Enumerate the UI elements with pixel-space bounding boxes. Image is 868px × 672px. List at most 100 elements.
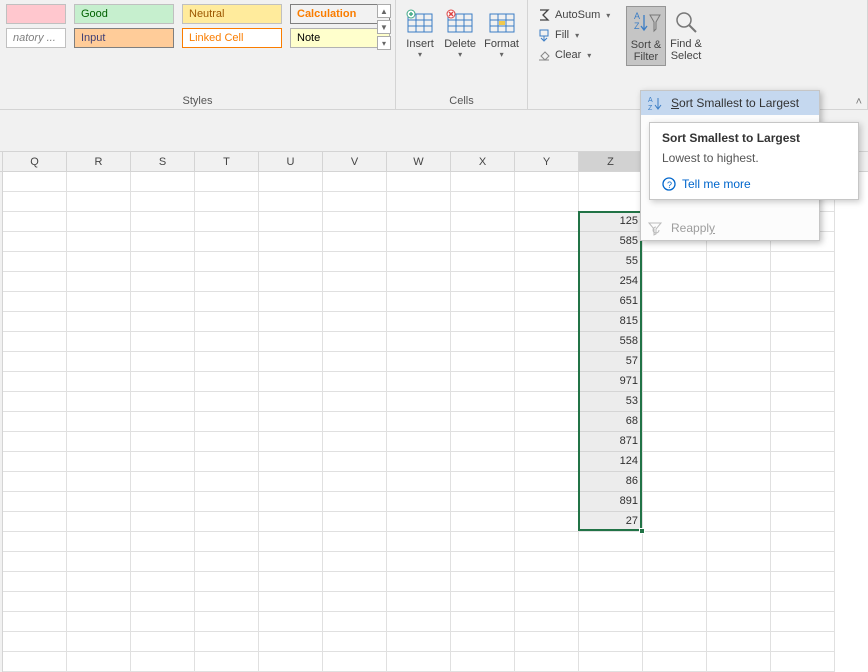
cell[interactable] [131, 612, 195, 632]
cell[interactable] [131, 592, 195, 612]
cell[interactable] [323, 472, 387, 492]
cell[interactable] [323, 572, 387, 592]
cell[interactable] [771, 572, 835, 592]
cell[interactable] [195, 332, 259, 352]
cell[interactable] [195, 252, 259, 272]
cell[interactable] [387, 512, 451, 532]
cell[interactable] [3, 212, 67, 232]
cell[interactable] [771, 472, 835, 492]
cell[interactable] [707, 652, 771, 672]
cell[interactable] [643, 392, 707, 412]
cell[interactable] [387, 572, 451, 592]
cell[interactable] [707, 312, 771, 332]
styles-scroll-up[interactable]: ▲ [377, 4, 391, 18]
cell[interactable] [707, 632, 771, 652]
cell[interactable] [323, 372, 387, 392]
cell[interactable] [643, 552, 707, 572]
style-calculation[interactable]: Calculation [290, 4, 390, 24]
cell[interactable]: 585 [579, 232, 643, 252]
cell[interactable] [323, 652, 387, 672]
cell[interactable] [3, 172, 67, 192]
cell[interactable] [643, 292, 707, 312]
cell[interactable] [643, 272, 707, 292]
cell[interactable] [195, 212, 259, 232]
cell[interactable] [323, 332, 387, 352]
cell[interactable] [67, 292, 131, 312]
cell[interactable] [323, 352, 387, 372]
cell[interactable] [67, 532, 131, 552]
cell[interactable] [643, 252, 707, 272]
style-input[interactable]: Input [74, 28, 174, 48]
cell[interactable] [771, 252, 835, 272]
cell[interactable] [195, 492, 259, 512]
cell[interactable] [323, 432, 387, 452]
cell[interactable] [771, 512, 835, 532]
cell[interactable] [67, 192, 131, 212]
cell[interactable] [707, 512, 771, 532]
cell[interactable] [323, 612, 387, 632]
cell[interactable] [195, 292, 259, 312]
cell[interactable] [515, 472, 579, 492]
cell[interactable] [131, 272, 195, 292]
cell[interactable] [643, 572, 707, 592]
tell-me-more-link[interactable]: ? Tell me more [662, 177, 846, 191]
cell[interactable] [771, 352, 835, 372]
cell[interactable] [771, 452, 835, 472]
cell[interactable] [259, 472, 323, 492]
cell[interactable] [131, 512, 195, 532]
cell[interactable] [579, 532, 643, 552]
cell[interactable] [3, 512, 67, 532]
cell[interactable]: 27 [579, 512, 643, 532]
cell[interactable] [451, 652, 515, 672]
cell[interactable] [131, 392, 195, 412]
cell[interactable] [259, 332, 323, 352]
cell[interactable] [515, 652, 579, 672]
cell[interactable] [771, 492, 835, 512]
cell[interactable] [195, 552, 259, 572]
cell[interactable] [3, 452, 67, 472]
cell[interactable] [387, 492, 451, 512]
clear-button[interactable]: Clear ▾ [534, 46, 626, 64]
cell[interactable] [451, 352, 515, 372]
cell[interactable] [67, 512, 131, 532]
cell[interactable] [323, 632, 387, 652]
cell[interactable] [323, 212, 387, 232]
cell[interactable] [771, 592, 835, 612]
column-header-W[interactable]: W [387, 152, 451, 171]
cell[interactable] [579, 552, 643, 572]
cell[interactable] [131, 472, 195, 492]
cell[interactable] [131, 492, 195, 512]
cell[interactable] [387, 472, 451, 492]
cell[interactable] [323, 412, 387, 432]
cell[interactable] [259, 372, 323, 392]
cell[interactable] [771, 612, 835, 632]
cell[interactable] [451, 252, 515, 272]
cell[interactable] [515, 352, 579, 372]
cell[interactable] [451, 192, 515, 212]
cell[interactable] [707, 572, 771, 592]
style-good[interactable]: Good [74, 4, 174, 24]
cell[interactable] [131, 352, 195, 372]
cell[interactable] [643, 532, 707, 552]
cell[interactable] [323, 492, 387, 512]
cell[interactable] [131, 192, 195, 212]
cell[interactable] [3, 292, 67, 312]
cell[interactable] [771, 432, 835, 452]
cell[interactable] [707, 352, 771, 372]
cell[interactable] [259, 212, 323, 232]
cell[interactable] [707, 452, 771, 472]
cell[interactable] [3, 632, 67, 652]
cell[interactable] [515, 332, 579, 352]
styles-more[interactable]: ▾ [377, 36, 391, 50]
cell[interactable] [387, 212, 451, 232]
cell[interactable] [259, 632, 323, 652]
cell[interactable] [771, 312, 835, 332]
style-neutral[interactable]: Neutral [182, 4, 282, 24]
cell[interactable] [67, 452, 131, 472]
cell[interactable]: 124 [579, 452, 643, 472]
cell[interactable] [195, 612, 259, 632]
cell[interactable] [707, 552, 771, 572]
cell[interactable] [259, 292, 323, 312]
cell[interactable] [67, 392, 131, 412]
cell[interactable] [643, 612, 707, 632]
